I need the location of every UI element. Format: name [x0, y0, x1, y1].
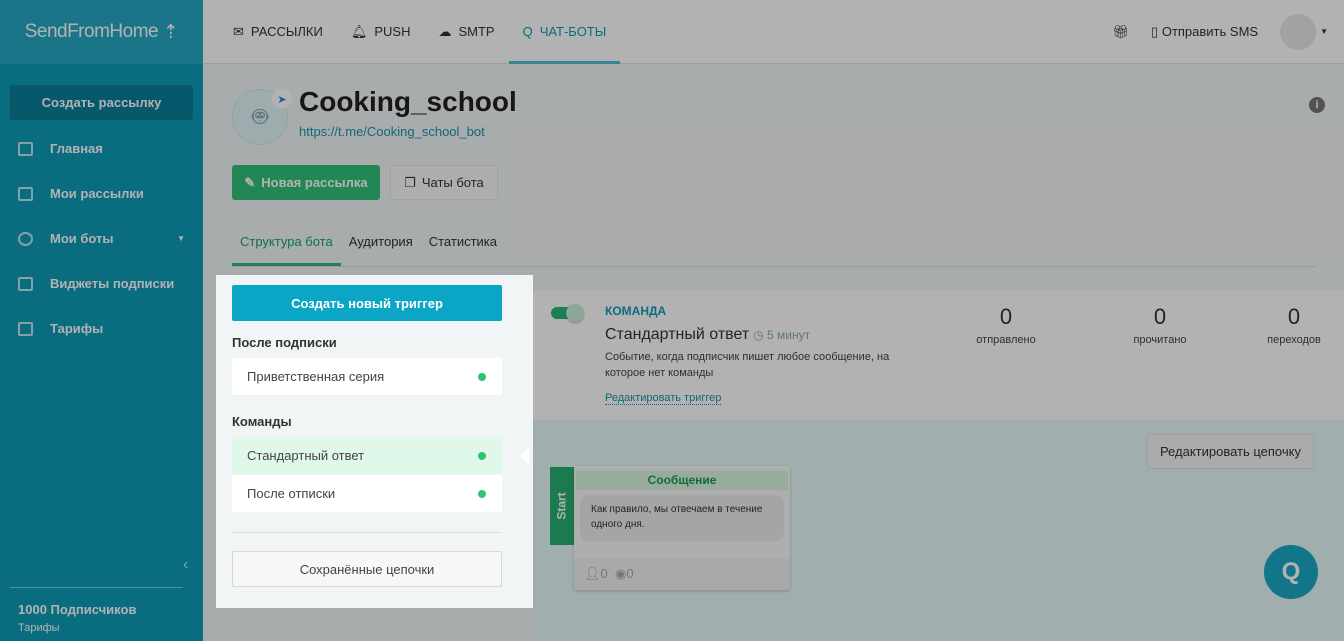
message-stats: 👤︎0 ◉0: [574, 558, 790, 590]
globe-icon: [18, 231, 33, 246]
widget-icon: [18, 276, 33, 291]
clock-icon: ◷: [753, 328, 764, 342]
gift-icon[interactable]: 🎁︎: [1113, 24, 1130, 40]
create-mailing-button[interactable]: Создать рассылку: [10, 85, 193, 120]
chat-icon: Q: [522, 24, 533, 39]
message-node-title: Сообщение: [576, 471, 788, 490]
section-after-subscribe: После подписки: [232, 335, 337, 350]
stat-read: 0 прочитано: [1133, 304, 1187, 346]
trigger-card: КОМАНДА Стандартный ответ ◷ 5 минут Событ…: [533, 290, 1344, 420]
bell-icon: 🔔︎: [350, 23, 368, 39]
tab-mailings[interactable]: ✉ РАССЫЛКИ: [219, 0, 337, 64]
outbox-icon: [18, 186, 33, 201]
trigger-description: Событие, когда подписчик пишет любое соо…: [605, 351, 890, 379]
info-icon[interactable]: i: [1309, 97, 1325, 113]
top-nav: ✉ РАССЫЛКИ 🔔︎ PUSH ☁ SMTP Q ЧАТ-БОТЫ 🎁︎ ▯ От…: [203, 0, 1344, 64]
tariffs-link[interactable]: Тарифы: [18, 622, 60, 634]
card-icon: [18, 321, 33, 336]
caret-down-icon: ▼: [177, 234, 185, 243]
stat-clicks: 0 переходов: [1267, 304, 1321, 346]
status-dot: [478, 372, 486, 381]
tab-push[interactable]: 🔔︎ PUSH: [337, 0, 425, 64]
avatar[interactable]: [1280, 13, 1317, 50]
cloud-upload-icon: ☁: [438, 23, 452, 39]
envelope-icon: ✉: [233, 23, 244, 39]
edit-icon: ✎: [244, 174, 256, 190]
sidebar-item-my-bots[interactable]: Мои боты ▼: [0, 216, 203, 261]
section-commands: Команды: [232, 414, 292, 429]
trigger-item-standard[interactable]: Стандартный ответ: [232, 437, 502, 474]
delay: ◷ 5 минут: [753, 328, 811, 342]
page-title: Cooking_school: [299, 86, 517, 117]
subtabs: Структура бота Аудитория Статистика: [232, 226, 1316, 267]
chain-canvas: Редактировать цепочку Start Сообщение Ка…: [533, 420, 1344, 641]
support-chat-button[interactable]: Q: [1264, 545, 1318, 599]
edit-chain-button[interactable]: Редактировать цепочку: [1146, 434, 1314, 469]
tab-chatbots[interactable]: Q ЧАТ-БОТЫ: [508, 0, 621, 64]
new-mailing-button[interactable]: ✎ Новая рассылка: [232, 165, 380, 200]
selection-pointer: [520, 447, 529, 465]
divider: [10, 587, 183, 588]
tab-audience[interactable]: Аудитория: [341, 226, 421, 266]
phone-icon: ▯: [1151, 23, 1159, 39]
user-icon: 👤︎: [584, 566, 601, 581]
subscriber-count: 1000 Подписчиков: [18, 602, 137, 617]
trigger-name: Стандартный ответ ◷ 5 минут: [605, 326, 811, 343]
bot-link[interactable]: https://t.me/Cooking_school_bot: [299, 124, 485, 139]
status-dot: [478, 489, 486, 498]
stat-sent: 0 отправлено: [976, 304, 1036, 346]
chat-icon: Q: [1281, 558, 1301, 585]
trigger-item-welcome[interactable]: Приветственная серия: [232, 358, 502, 395]
saved-chains-button[interactable]: Сохранённые цепочки: [232, 551, 502, 587]
telegram-icon: ➤: [272, 89, 292, 109]
sidebar-item-home[interactable]: Главная: [0, 126, 203, 171]
sidebar-item-widgets[interactable]: Виджеты подписки: [0, 261, 203, 306]
dashboard-icon: [18, 141, 33, 156]
sidebar: SendFromHome ⇡ Создать рассылку Главная …: [0, 0, 203, 641]
chats-icon: ❐: [404, 174, 416, 190]
message-text: Как правило, мы отвечаем в течение одног…: [580, 495, 784, 541]
trigger-toggle[interactable]: [551, 304, 584, 322]
create-trigger-button[interactable]: Создать новый триггер: [232, 285, 502, 321]
collapse-sidebar-icon[interactable]: ‹: [183, 556, 188, 574]
caret-down-icon[interactable]: ▼: [1320, 27, 1328, 36]
trigger-kind: КОМАНДА: [605, 304, 667, 318]
start-marker: Start: [550, 467, 574, 545]
tab-smtp[interactable]: ☁ SMTP: [424, 0, 508, 64]
eye-icon: ◉: [614, 566, 627, 581]
tab-bot-structure[interactable]: Структура бота: [232, 226, 341, 266]
logo[interactable]: SendFromHome ⇡: [0, 0, 203, 64]
status-dot: [478, 451, 486, 460]
sidebar-item-my-mailings[interactable]: Мои рассылки: [0, 171, 203, 216]
bot-chats-button[interactable]: ❐ Чаты бота: [390, 165, 498, 200]
tab-statistics[interactable]: Статистика: [421, 226, 505, 266]
send-sms-button[interactable]: ▯ Отправить SMS: [1151, 24, 1258, 40]
trigger-item-after-unsubscribe[interactable]: После отписки: [232, 475, 502, 512]
edit-trigger-link[interactable]: Редактировать триггер: [605, 392, 722, 405]
trigger-list-panel: Создать новый триггер После подписки При…: [216, 275, 533, 608]
sidebar-item-tariffs[interactable]: Тарифы: [0, 306, 203, 351]
message-node[interactable]: Сообщение Как правило, мы отвечаем в теч…: [574, 466, 790, 590]
divider: [232, 532, 502, 533]
